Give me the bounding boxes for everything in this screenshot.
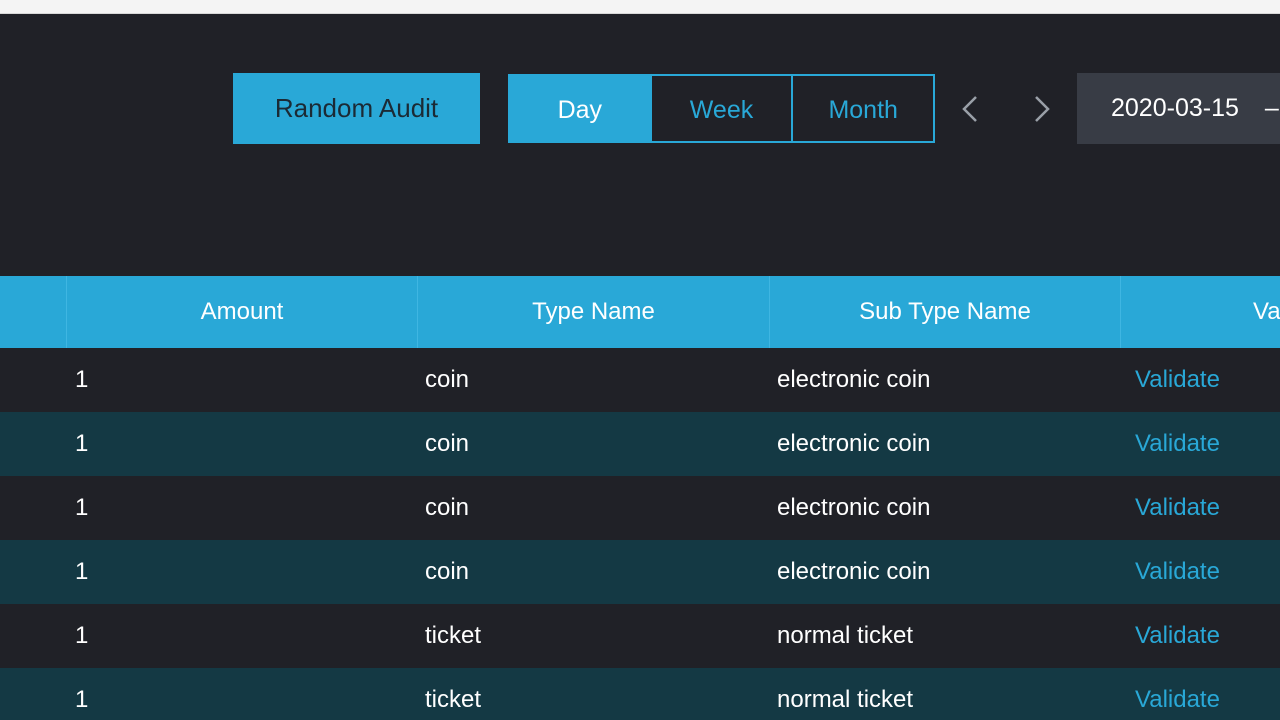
header-sub-type-name: Sub Type Name: [769, 276, 1120, 348]
date-range-toggle: Day Week Month: [508, 74, 935, 143]
range-week-button[interactable]: Week: [649, 76, 792, 141]
cell-type-name: ticket: [425, 686, 482, 713]
validate-link[interactable]: Validate: [1120, 686, 1280, 714]
cell-sub-type-name: electronic coin: [777, 366, 931, 393]
validate-link[interactable]: Validate: [1120, 558, 1280, 586]
validate-link[interactable]: Validate: [1120, 622, 1280, 650]
random-audit-button[interactable]: Random Audit: [233, 73, 480, 144]
date-separator: –: [1264, 94, 1279, 122]
header-index: [0, 276, 66, 348]
header-validate: Va: [1120, 276, 1280, 348]
validate-link[interactable]: Validate: [1120, 494, 1280, 522]
cell-sub-type-name: normal ticket: [777, 622, 914, 649]
validate-link[interactable]: Validate: [1120, 430, 1280, 458]
table-row: 1 coin electronic coin Validate: [0, 348, 1280, 412]
header-type-name: Type Name: [417, 276, 769, 348]
table-row: 1 ticket normal ticket Validate: [0, 668, 1280, 720]
cell-amount: 1: [75, 686, 89, 713]
header-amount: Amount: [66, 276, 417, 348]
cell-amount: 1: [75, 622, 89, 649]
range-day-button[interactable]: Day: [510, 76, 650, 141]
date-picker[interactable]: 2020-03-15 –: [1077, 73, 1280, 144]
cell-amount: 1: [75, 430, 89, 457]
browser-top-edge: [0, 0, 1280, 14]
cell-sub-type-name: normal ticket: [777, 686, 914, 713]
cell-type-name: coin: [425, 366, 470, 393]
cell-type-name: coin: [425, 430, 470, 457]
table-row: 1 coin electronic coin Validate: [0, 540, 1280, 604]
cell-type-name: coin: [425, 558, 470, 585]
cell-sub-type-name: electronic coin: [777, 558, 931, 585]
table-header: Amount Type Name Sub Type Name Va: [0, 276, 1280, 348]
chevron-left-icon[interactable]: [956, 94, 986, 124]
cell-amount: 1: [75, 558, 89, 585]
cell-sub-type-name: electronic coin: [777, 494, 931, 521]
range-month-button[interactable]: Month: [791, 76, 934, 141]
cell-type-name: coin: [425, 494, 470, 521]
chevron-right-icon[interactable]: [1026, 94, 1056, 124]
cell-amount: 1: [75, 366, 89, 393]
audit-page: Random Audit Day Week Month 2020-03-15 –…: [0, 14, 1280, 720]
date-value: 2020-03-15: [1111, 94, 1239, 122]
cell-amount: 1: [75, 494, 89, 521]
table-row: 1 coin electronic coin Validate: [0, 476, 1280, 540]
cell-sub-type-name: electronic coin: [777, 430, 931, 457]
cell-type-name: ticket: [425, 622, 482, 649]
table-row: 1 coin electronic coin Validate: [0, 412, 1280, 476]
validate-link[interactable]: Validate: [1120, 366, 1280, 394]
table-row: 1 ticket normal ticket Validate: [0, 604, 1280, 668]
audit-table: Amount Type Name Sub Type Name Va 1 coin…: [0, 276, 1280, 720]
